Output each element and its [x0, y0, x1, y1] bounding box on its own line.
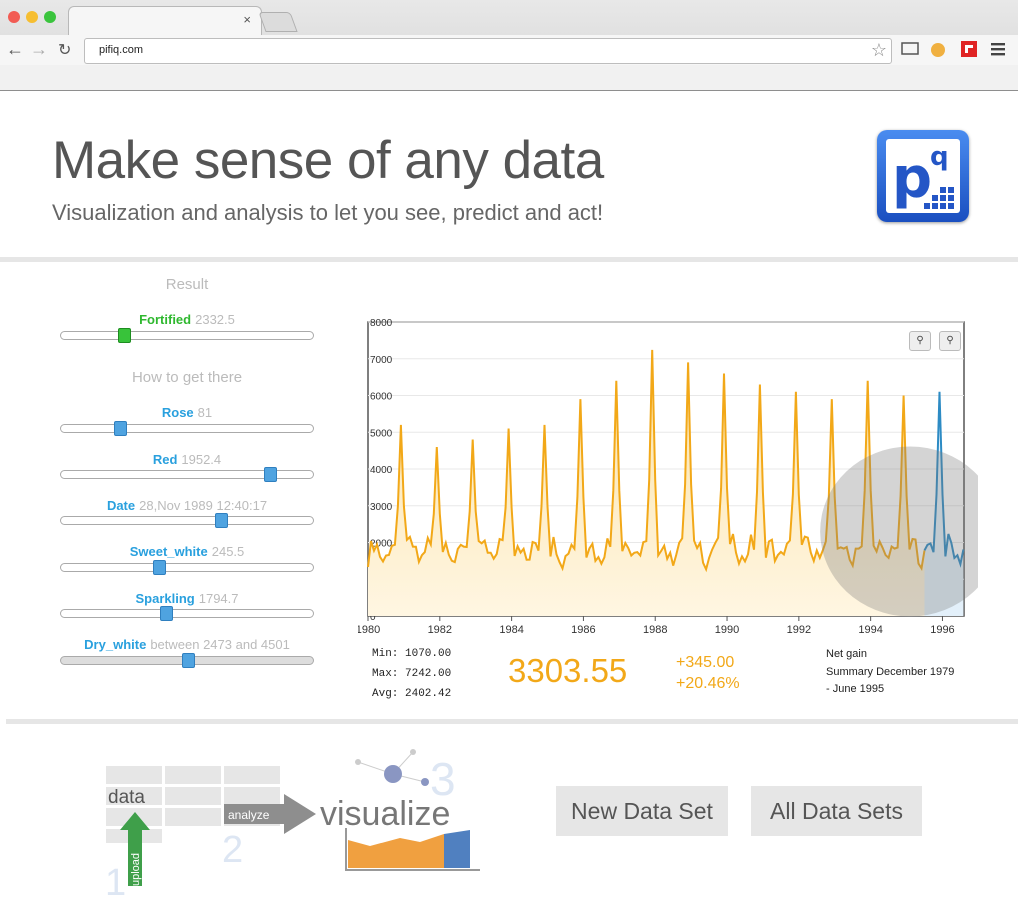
workflow-illustration: data upload 1 analyze 2 3 visualize	[105, 749, 480, 904]
slider-date[interactable]	[60, 513, 314, 528]
slider-handle[interactable]	[118, 328, 131, 343]
y-tick-label: 6000	[370, 392, 393, 403]
zoom-in-icon[interactable]: ⚲	[909, 331, 931, 351]
slider-rose[interactable]	[60, 421, 314, 436]
slider-label-date: Date 28,Nov 1989 12:40:17	[106, 498, 268, 513]
step-1: 1	[105, 862, 126, 904]
current-value: 3303.55	[508, 652, 628, 689]
maximize-window-icon[interactable]	[44, 11, 56, 23]
summary-line-2: - June 1995	[826, 683, 885, 695]
zoom-out-icon[interactable]: ⚲	[939, 331, 961, 351]
forward-arrow-icon[interactable]: →	[30, 39, 48, 60]
close-window-icon[interactable]	[8, 11, 20, 23]
net-gain-label: Net gain	[826, 648, 867, 660]
x-tick-label: 1990	[715, 624, 739, 636]
new-tab-button[interactable]	[258, 12, 298, 32]
time-series-chart[interactable]: 0100020003000400050006000700080001980198…	[358, 318, 978, 640]
slider-handle[interactable]	[264, 467, 277, 482]
cast-icon[interactable]	[900, 41, 920, 57]
slider-handle[interactable]	[153, 560, 166, 575]
x-tick-label: 1992	[787, 624, 811, 636]
menu-icon[interactable]	[991, 42, 1007, 56]
data-label: data	[108, 787, 145, 808]
svg-text:p: p	[892, 146, 932, 211]
x-tick-label: 1996	[930, 624, 954, 636]
x-tick-label: 1988	[643, 624, 667, 636]
new-data-set-button[interactable]: New Data Set	[556, 786, 728, 836]
summary-line-1: Summary December 1979	[826, 666, 955, 678]
all-data-sets-button[interactable]: All Data Sets	[751, 786, 922, 836]
tab-close-icon[interactable]: ×	[243, 12, 251, 27]
mini-chart-area	[348, 834, 444, 868]
step-2: 2	[222, 829, 243, 871]
slider-handle[interactable]	[114, 421, 127, 436]
slider-label-fortified: Fortified 2332.5	[139, 312, 235, 327]
y-tick-label: 7000	[370, 355, 393, 366]
slider-handle[interactable]	[160, 606, 173, 621]
svg-text:q: q	[930, 142, 949, 172]
slider-dry-white[interactable]	[60, 653, 314, 668]
y-tick-label: 8000	[370, 318, 393, 329]
x-tick-label: 1994	[858, 624, 882, 636]
result-heading: Result	[165, 276, 209, 293]
delta-absolute: +345.00	[676, 654, 735, 671]
y-tick-label: 3000	[370, 502, 393, 513]
y-tick-label: 5000	[370, 428, 393, 439]
slider-sparkling[interactable]	[60, 606, 314, 621]
divider	[6, 719, 1018, 724]
upload-label: upload	[130, 853, 142, 886]
slider-handle[interactable]	[182, 653, 195, 668]
x-tick-label: 1984	[499, 624, 523, 636]
page-title: Make sense of any data	[52, 131, 604, 190]
back-arrow-icon[interactable]: ←	[6, 39, 24, 60]
slider-label-sparkling: Sparkling 1794.7	[135, 591, 239, 606]
reload-icon[interactable]: ↻	[58, 40, 71, 60]
avg-stat: Avg: 2402.42	[372, 688, 452, 700]
extension-fox-icon[interactable]	[928, 40, 948, 58]
page-subtitle: Visualization and analysis to let you se…	[52, 200, 604, 225]
divider	[0, 257, 1018, 262]
x-tick-label: 1986	[571, 624, 595, 636]
bookmark-strip	[0, 65, 1018, 90]
slider-red[interactable]	[60, 467, 314, 482]
slider-fortified[interactable]	[60, 328, 314, 343]
slider-handle[interactable]	[215, 513, 228, 528]
address-bar[interactable]: pifiq.com ☆	[84, 38, 892, 64]
delta-percent: +20.46%	[676, 675, 740, 692]
min-stat: Min: 1070.00	[372, 648, 452, 660]
mini-chart-forecast	[444, 830, 470, 868]
browser-chrome: × ← → ↻ pifiq.com ☆	[0, 0, 1018, 91]
slider-sweet-white[interactable]	[60, 560, 314, 575]
how-heading: How to get there	[131, 369, 243, 386]
flipboard-icon[interactable]	[960, 40, 978, 58]
slider-label-red: Red 1952.4	[152, 452, 222, 467]
y-tick-label: 4000	[370, 465, 393, 476]
visualize-label: visualize	[320, 795, 450, 833]
pifiq-logo: p q	[877, 130, 969, 222]
x-tick-label: 1980	[358, 624, 380, 636]
max-stat: Max: 7242.00	[372, 668, 452, 680]
browser-tab[interactable]: ×	[68, 6, 262, 36]
analyze-label: analyze	[228, 808, 270, 822]
network-icon	[355, 749, 429, 786]
minimize-window-icon[interactable]	[26, 11, 38, 23]
url-text: pifiq.com	[99, 44, 144, 56]
bookmark-star-icon[interactable]: ☆	[871, 40, 887, 61]
slider-label-dry-white: Dry_white between 2473 and 4501	[84, 637, 290, 652]
slider-label-sweet-white: Sweet_white 245.5	[129, 544, 245, 559]
x-tick-label: 1982	[428, 624, 452, 636]
slider-label-rose: Rose 81	[161, 405, 213, 420]
